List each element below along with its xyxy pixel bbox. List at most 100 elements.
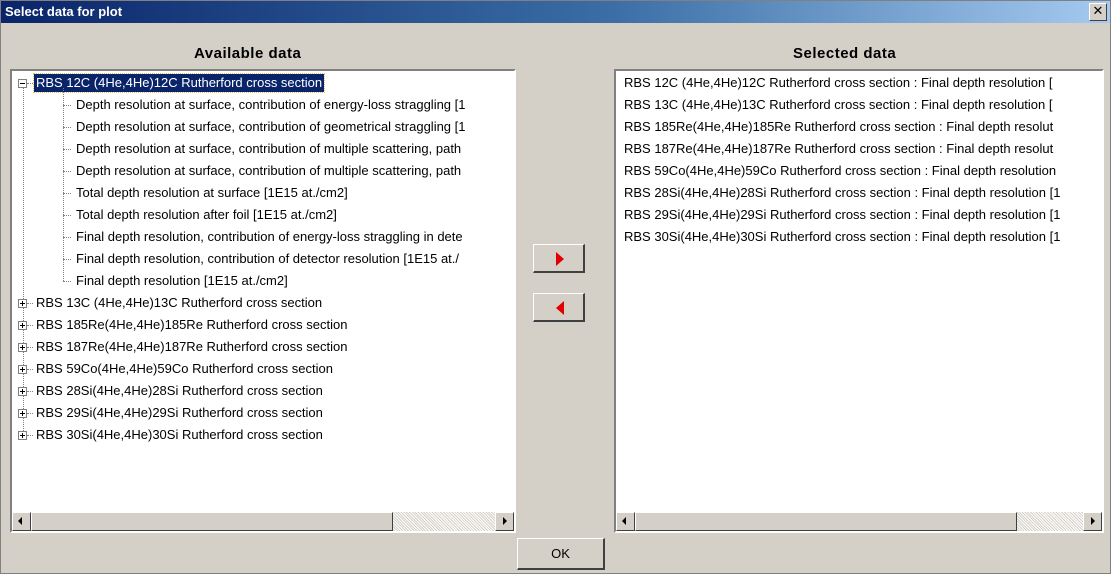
- selected-item[interactable]: RBS 29Si(4He,4He)29Si Rutherford cross s…: [622, 204, 1062, 226]
- window-title: Select data for plot: [5, 4, 123, 19]
- scroll-right-button[interactable]: [495, 512, 514, 531]
- selected-item[interactable]: RBS 13C (4He,4He)13C Rutherford cross se…: [622, 94, 1054, 116]
- tree-connector: [63, 237, 71, 238]
- tree-node[interactable]: RBS 28Si(4He,4He)28Si Rutherford cross s…: [34, 380, 325, 402]
- available-hscrollbar[interactable]: [12, 512, 514, 531]
- selected-item[interactable]: RBS 28Si(4He,4He)28Si Rutherford cross s…: [622, 182, 1062, 204]
- tree-leaf-label: Total depth resolution at surface [1E15 …: [76, 185, 348, 200]
- selected-data-header: Selected data: [793, 45, 897, 62]
- tree-node-label: RBS 185Re(4He,4He)185Re Rutherford cross…: [36, 317, 348, 332]
- scroll-right-icon: [1091, 517, 1095, 525]
- tree-leaf-label: Depth resolution at surface, contributio…: [76, 141, 462, 156]
- tree-leaf[interactable]: Final depth resolution, contribution of …: [74, 226, 465, 248]
- scroll-thumb[interactable]: [31, 512, 393, 531]
- selected-hscrollbar[interactable]: [616, 512, 1102, 531]
- tree-connector: [63, 281, 71, 282]
- title-bar[interactable]: Select data for plot ✕: [1, 1, 1110, 23]
- tree-leaf[interactable]: Total depth resolution after foil [1E15 …: [74, 204, 339, 226]
- available-data-panel: RBS 12C (4He,4He)12C Rutherford cross se…: [10, 69, 516, 533]
- tree-node[interactable]: RBS 187Re(4He,4He)187Re Rutherford cross…: [34, 336, 349, 358]
- tree-leaf-label: Final depth resolution, contribution of …: [76, 251, 460, 266]
- expand-icon[interactable]: [18, 409, 27, 418]
- arrow-left-icon: [556, 301, 564, 315]
- tree-node[interactable]: RBS 59Co(4He,4He)59Co Rutherford cross s…: [34, 358, 335, 380]
- tree-connector: [63, 105, 71, 106]
- tree-leaf-label: Total depth resolution after foil [1E15 …: [76, 207, 337, 222]
- tree-node[interactable]: RBS 13C (4He,4He)13C Rutherford cross se…: [34, 292, 324, 314]
- tree-connector: [63, 88, 64, 281]
- tree-connector: [27, 391, 33, 392]
- scroll-left-button[interactable]: [616, 512, 635, 531]
- tree-node[interactable]: RBS 12C (4He,4He)12C Rutherford cross se…: [32, 72, 326, 94]
- selected-data-list[interactable]: RBS 12C (4He,4He)12C Rutherford cross se…: [616, 71, 1102, 512]
- tree-leaf-label: Final depth resolution [1E15 at./cm2]: [76, 273, 288, 288]
- add-to-selected-button[interactable]: [533, 244, 585, 273]
- selected-item[interactable]: RBS 12C (4He,4He)12C Rutherford cross se…: [622, 72, 1054, 94]
- tree-node[interactable]: RBS 185Re(4He,4He)185Re Rutherford cross…: [34, 314, 349, 336]
- tree-leaf[interactable]: Depth resolution at surface, contributio…: [74, 94, 468, 116]
- selected-item[interactable]: RBS 185Re(4He,4He)185Re Rutherford cross…: [622, 116, 1055, 138]
- available-data-header: Available data: [194, 45, 302, 62]
- tree-connector: [63, 193, 71, 194]
- tree-node-label: RBS 28Si(4He,4He)28Si Rutherford cross s…: [36, 383, 323, 398]
- scroll-left-icon: [622, 517, 626, 525]
- selected-item-label: RBS 185Re(4He,4He)185Re Rutherford cross…: [624, 119, 1054, 134]
- selected-item-label: RBS 28Si(4He,4He)28Si Rutherford cross s…: [624, 185, 1061, 200]
- remove-from-selected-button[interactable]: [533, 293, 585, 322]
- tree-leaf[interactable]: Total depth resolution at surface [1E15 …: [74, 182, 350, 204]
- available-data-tree[interactable]: RBS 12C (4He,4He)12C Rutherford cross se…: [12, 71, 514, 512]
- ok-button[interactable]: OK: [517, 538, 605, 570]
- tree-node-label: RBS 30Si(4He,4He)30Si Rutherford cross s…: [36, 427, 323, 442]
- tree-leaf-label: Depth resolution at surface, contributio…: [76, 97, 466, 112]
- tree-connector: [23, 88, 24, 431]
- collapse-icon[interactable]: [18, 79, 27, 88]
- tree-leaf[interactable]: Final depth resolution, contribution of …: [74, 248, 461, 270]
- tree-node[interactable]: RBS 30Si(4He,4He)30Si Rutherford cross s…: [34, 424, 325, 446]
- expand-icon[interactable]: [18, 321, 27, 330]
- expand-icon[interactable]: [18, 387, 27, 396]
- dialog-window: Select data for plot ✕ Available data Se…: [0, 0, 1111, 574]
- scroll-right-icon: [503, 517, 507, 525]
- arrow-right-icon: [556, 252, 564, 266]
- expand-icon[interactable]: [18, 299, 27, 308]
- selected-item-label: RBS 187Re(4He,4He)187Re Rutherford cross…: [624, 141, 1054, 156]
- tree-connector: [63, 149, 71, 150]
- expand-icon[interactable]: [18, 365, 27, 374]
- scroll-left-icon: [18, 517, 22, 525]
- tree-connector: [27, 413, 33, 414]
- selected-item-label: RBS 30Si(4He,4He)30Si Rutherford cross s…: [624, 229, 1061, 244]
- selected-item[interactable]: RBS 59Co(4He,4He)59Co Rutherford cross s…: [622, 160, 1058, 182]
- tree-connector: [27, 325, 33, 326]
- tree-leaf[interactable]: Depth resolution at surface, contributio…: [74, 138, 463, 160]
- scroll-thumb[interactable]: [635, 512, 1017, 531]
- close-icon: ✕: [1092, 4, 1104, 19]
- tree-node-label: RBS 13C (4He,4He)13C Rutherford cross se…: [36, 295, 323, 310]
- selected-item[interactable]: RBS 187Re(4He,4He)187Re Rutherford cross…: [622, 138, 1055, 160]
- tree-connector: [27, 369, 33, 370]
- tree-node-label: RBS 187Re(4He,4He)187Re Rutherford cross…: [36, 339, 348, 354]
- tree-connector: [27, 303, 33, 304]
- expand-icon[interactable]: [18, 343, 27, 352]
- close-button[interactable]: ✕: [1089, 3, 1107, 21]
- selected-item[interactable]: RBS 30Si(4He,4He)30Si Rutherford cross s…: [622, 226, 1062, 248]
- tree-leaf-label: Depth resolution at surface, contributio…: [76, 163, 462, 178]
- selected-item-label: RBS 13C (4He,4He)13C Rutherford cross se…: [624, 97, 1053, 112]
- selected-item-label: RBS 12C (4He,4He)12C Rutherford cross se…: [624, 75, 1053, 90]
- tree-leaf-label: Depth resolution at surface, contributio…: [76, 119, 466, 134]
- scroll-right-button[interactable]: [1083, 512, 1102, 531]
- tree-connector: [63, 127, 71, 128]
- tree-node[interactable]: RBS 29Si(4He,4He)29Si Rutherford cross s…: [34, 402, 325, 424]
- tree-connector: [63, 259, 71, 260]
- tree-connector: [27, 347, 33, 348]
- tree-leaf[interactable]: Depth resolution at surface, contributio…: [74, 116, 468, 138]
- expand-icon[interactable]: [18, 431, 27, 440]
- tree-leaf[interactable]: Final depth resolution [1E15 at./cm2]: [74, 270, 290, 292]
- tree-node-label: RBS 29Si(4He,4He)29Si Rutherford cross s…: [36, 405, 323, 420]
- tree-connector: [63, 171, 71, 172]
- selected-item-label: RBS 59Co(4He,4He)59Co Rutherford cross s…: [624, 163, 1057, 178]
- selected-item-label: RBS 29Si(4He,4He)29Si Rutherford cross s…: [624, 207, 1061, 222]
- tree-leaf[interactable]: Depth resolution at surface, contributio…: [74, 160, 463, 182]
- tree-leaf-label: Final depth resolution, contribution of …: [76, 229, 463, 244]
- scroll-left-button[interactable]: [12, 512, 31, 531]
- tree-node-label: RBS 59Co(4He,4He)59Co Rutherford cross s…: [36, 361, 333, 376]
